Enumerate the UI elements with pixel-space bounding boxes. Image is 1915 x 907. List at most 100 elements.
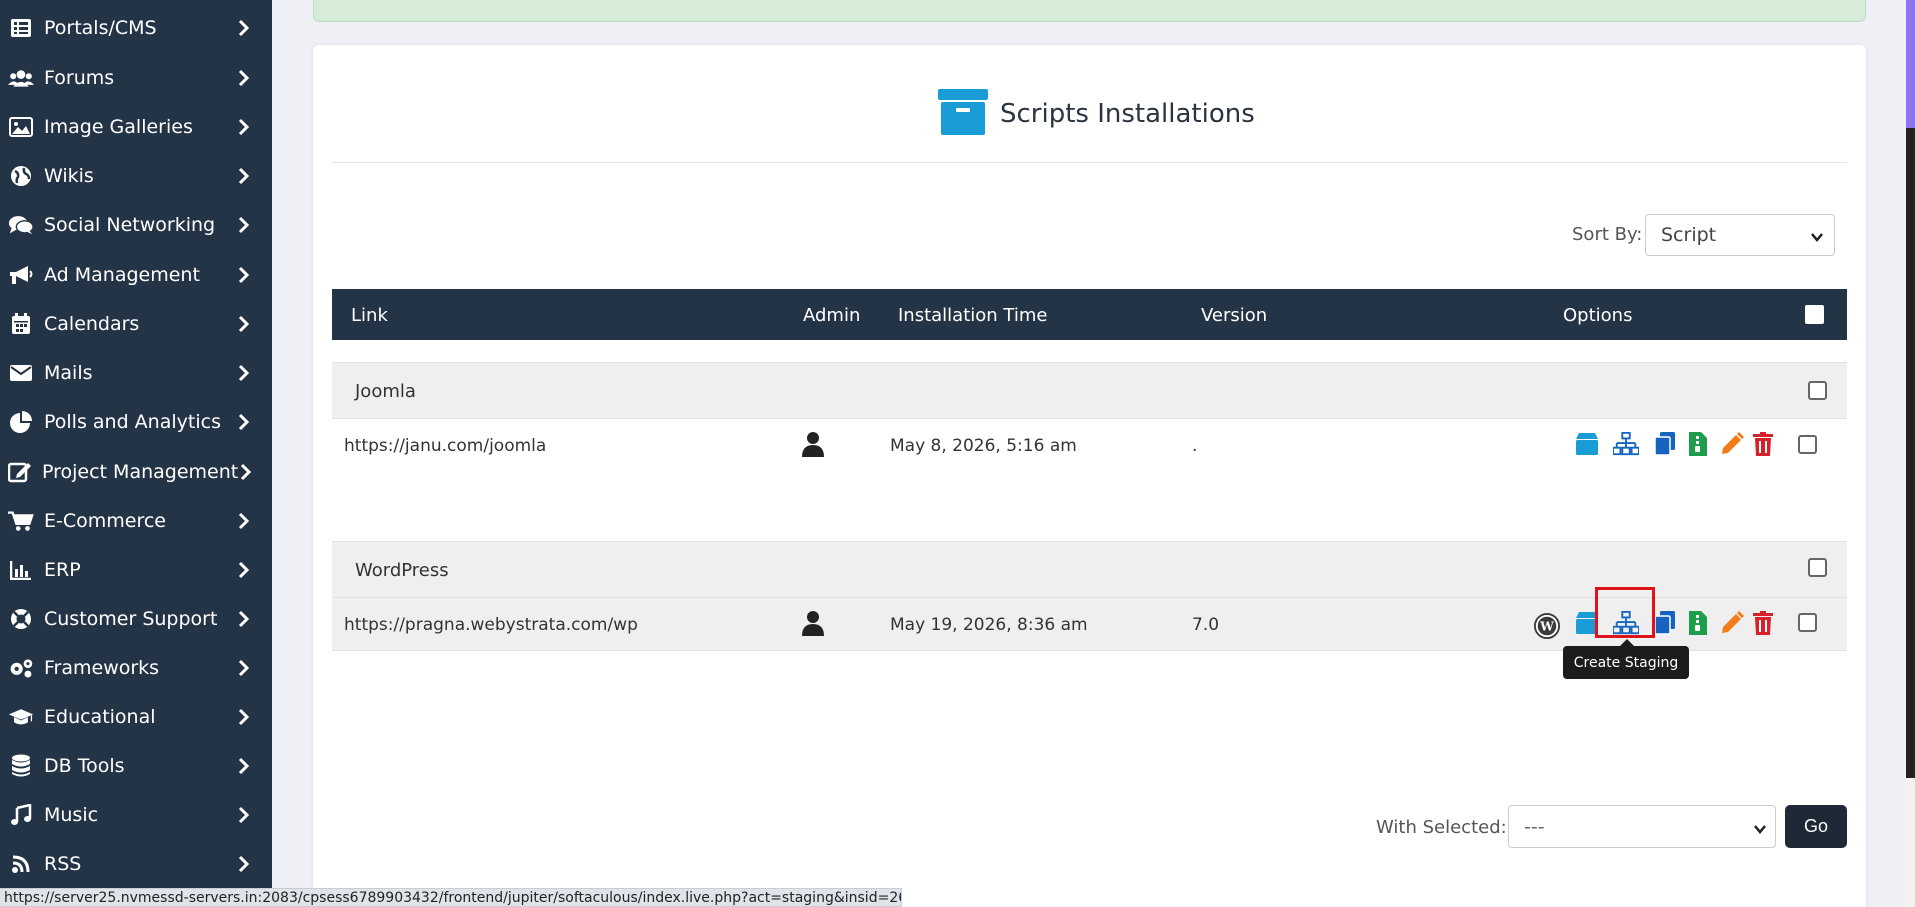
row-checkbox[interactable] — [1798, 435, 1817, 454]
wordpress-manager-icon[interactable]: W — [1534, 613, 1560, 639]
database-icon — [8, 754, 34, 777]
chevron-right-icon — [234, 266, 254, 284]
install-link[interactable]: https://janu.com/joomla — [344, 436, 546, 456]
sort-by-label: Sort By: — [1572, 224, 1643, 245]
clone-copy-icon[interactable] — [1652, 610, 1678, 636]
sidebar-item-image-galleries[interactable]: Image Galleries — [0, 107, 272, 147]
delete-trash-icon[interactable] — [1750, 431, 1776, 457]
sidebar-item-label: Customer Support — [44, 608, 218, 630]
download-zip-icon[interactable] — [1685, 610, 1711, 636]
chevron-right-icon — [234, 610, 254, 628]
select-all-checkbox[interactable] — [1805, 305, 1824, 324]
column-header-version: Version — [1201, 305, 1268, 326]
sidebar-item-forums[interactable]: Forums — [0, 58, 272, 98]
download-zip-icon[interactable] — [1685, 431, 1711, 457]
chevron-right-icon — [234, 708, 254, 726]
clone-copy-icon[interactable] — [1652, 431, 1678, 457]
graduation-cap-icon — [8, 706, 34, 728]
rss-icon — [8, 853, 34, 875]
notice-banner — [313, 0, 1866, 22]
go-button[interactable]: Go — [1785, 805, 1847, 848]
sidebar-item-social-networking[interactable]: Social Networking — [0, 205, 272, 245]
sidebar-item-ad-management[interactable]: Ad Management — [0, 255, 272, 295]
pie-chart-icon — [8, 411, 34, 433]
delete-trash-icon[interactable] — [1750, 610, 1776, 636]
install-link[interactable]: https://pragna.webystrata.com/wp — [344, 615, 638, 635]
scrollbar-thumb[interactable] — [1906, 128, 1915, 778]
chevron-right-icon — [234, 757, 254, 775]
chevron-right-icon — [234, 216, 254, 234]
group-name: Joomla — [355, 381, 416, 402]
column-header-admin: Admin — [803, 305, 861, 326]
sidebar-item-db-tools[interactable]: DB Tools — [0, 746, 272, 786]
column-header-link: Link — [351, 305, 388, 326]
edit-pencil-icon[interactable] — [1719, 431, 1745, 457]
megaphone-icon — [8, 264, 34, 286]
sidebar-item-label: E-Commerce — [44, 510, 166, 532]
sidebar-item-label: Calendars — [44, 313, 140, 335]
sidebar: Portals/CMS Forums Image Galleries Wikis… — [0, 0, 272, 907]
sort-by-select[interactable]: Script — [1645, 214, 1835, 256]
cogs-icon — [8, 657, 34, 679]
staging-sitemap-icon[interactable] — [1613, 431, 1639, 457]
chevron-right-icon — [234, 69, 254, 87]
sidebar-item-portals-cms[interactable]: Portals/CMS — [0, 8, 272, 48]
installations-card — [313, 45, 1866, 907]
chevron-right-icon — [234, 413, 254, 431]
sidebar-item-calendars[interactable]: Calendars — [0, 304, 272, 344]
sidebar-item-erp[interactable]: ERP — [0, 550, 272, 590]
sidebar-item-label: Wikis — [44, 165, 94, 187]
sidebar-item-mails[interactable]: Mails — [0, 353, 272, 393]
tooltip: Create Staging — [1563, 646, 1689, 679]
chevron-right-icon — [234, 806, 254, 824]
column-header-installation-time: Installation Time — [898, 305, 1048, 326]
sidebar-item-label: Social Networking — [44, 214, 216, 236]
table-row: https://janu.com/joomla May 8, 2026, 5:1… — [332, 419, 1847, 473]
group-name: WordPress — [355, 560, 449, 581]
calendar-icon — [8, 313, 34, 335]
header-divider — [332, 162, 1847, 163]
chevron-right-icon — [234, 512, 254, 530]
row-checkbox[interactable] — [1798, 613, 1817, 632]
sidebar-item-frameworks[interactable]: Frameworks — [0, 648, 272, 688]
sidebar-item-label: Mails — [44, 362, 93, 384]
sidebar-item-rss[interactable]: RSS — [0, 844, 272, 884]
sidebar-item-label: Music — [44, 804, 99, 826]
with-selected-select[interactable]: --- — [1508, 805, 1776, 848]
sidebar-item-customer-support[interactable]: Customer Support — [0, 599, 272, 639]
sidebar-item-label: Image Galleries — [44, 116, 193, 138]
sidebar-item-label: Polls and Analytics — [44, 411, 221, 433]
archive-box-icon — [938, 89, 988, 139]
backup-box-icon[interactable] — [1574, 431, 1600, 457]
sidebar-item-music[interactable]: Music — [0, 795, 272, 835]
admin-user-icon[interactable] — [802, 432, 824, 462]
list-icon — [8, 17, 34, 39]
globe-icon — [8, 165, 34, 187]
image-icon — [8, 116, 34, 138]
sidebar-item-label: DB Tools — [44, 755, 125, 777]
bar-chart-icon — [8, 559, 34, 581]
sidebar-item-educational[interactable]: Educational — [0, 697, 272, 737]
sidebar-item-wikis[interactable]: Wikis — [0, 156, 272, 196]
group-checkbox-joomla[interactable] — [1808, 381, 1827, 400]
comments-icon — [8, 214, 34, 236]
sidebar-item-label: Forums — [44, 67, 115, 89]
group-header-joomla: Joomla — [332, 362, 1847, 419]
chevron-down-icon — [1753, 819, 1767, 841]
edit-pencil-icon[interactable] — [1719, 610, 1745, 636]
admin-user-icon[interactable] — [802, 611, 824, 641]
installation-time: May 19, 2026, 8:36 am — [890, 615, 1088, 635]
sidebar-item-polls-analytics[interactable]: Polls and Analytics — [0, 402, 272, 442]
sidebar-item-project-management[interactable]: Project Management — [0, 452, 272, 492]
cart-icon — [8, 510, 34, 532]
installation-time: May 8, 2026, 5:16 am — [890, 436, 1077, 456]
chevron-right-icon — [234, 118, 254, 136]
svg-text:W: W — [1539, 620, 1554, 634]
table-header: Link Admin Installation Time Version Opt… — [332, 289, 1847, 340]
group-checkbox-wordpress[interactable] — [1808, 558, 1827, 577]
status-bar-url: https://server25.nvmessd-servers.in:2083… — [0, 888, 902, 907]
tooltip-arrow — [1620, 639, 1634, 646]
sidebar-item-label: Ad Management — [44, 264, 200, 286]
sidebar-item-e-commerce[interactable]: E-Commerce — [0, 501, 272, 541]
chevron-right-icon — [234, 19, 254, 37]
